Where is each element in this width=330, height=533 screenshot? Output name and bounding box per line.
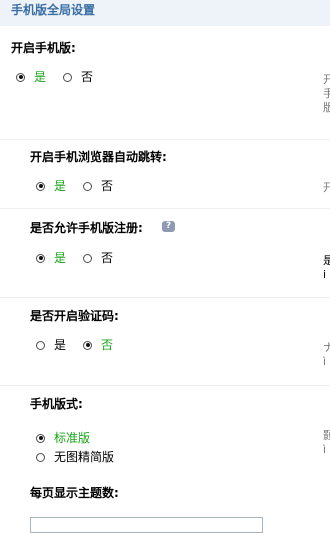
option-no[interactable]: 否: [63, 70, 93, 84]
setting-description: 开: [323, 181, 330, 195]
option-label: 否: [101, 338, 114, 352]
option-no[interactable]: 否: [83, 251, 113, 265]
setting-description: 开 手 版: [323, 73, 330, 115]
radio-checked-icon[interactable]: [16, 72, 25, 82]
setting-label: 开启手机版:: [11, 41, 76, 55]
radio-checked-icon[interactable]: [36, 433, 45, 443]
option-label: 否: [101, 179, 114, 193]
description-line: ì: [323, 355, 327, 368]
option-no[interactable]: 否: [83, 338, 113, 352]
radio-checked-icon[interactable]: [83, 340, 92, 350]
option-label: 否: [81, 70, 94, 84]
setting-enable-mobile: 开启手机版: 是 否 开 手 版: [0, 26, 330, 140]
page-title: 手机版全局设置: [11, 3, 96, 17]
setting-label: 手机版式:: [30, 397, 83, 411]
description-line: ì: [323, 443, 327, 456]
description-line: i: [323, 268, 327, 281]
settings-header: 手机版全局设置: [0, 0, 330, 26]
radio-unchecked-icon[interactable]: [83, 253, 92, 263]
setting-description: 颢 ì: [323, 429, 330, 457]
radio-unchecked-icon[interactable]: [63, 72, 72, 82]
setting-auto-redirect: 开启手机浏览器自动跳转: 是 否 开: [0, 139, 330, 209]
question-bubble-icon[interactable]: ?: [162, 221, 175, 232]
option-label: 否: [101, 251, 114, 265]
radio-checked-icon[interactable]: [36, 253, 45, 263]
topics-per-page-input[interactable]: [30, 517, 263, 533]
description-line: 开: [323, 73, 330, 86]
setting-label-topics-per-page: 每页显示主题数:: [30, 486, 119, 500]
radio-unchecked-icon[interactable]: [36, 452, 45, 462]
setting-description: ナ ì: [323, 341, 330, 369]
option-yes[interactable]: 是: [16, 70, 46, 84]
setting-description: 是 i: [323, 254, 330, 282]
setting-mobile-style: 手机版式: 标准版 无图精简版 颢 ì: [0, 385, 330, 475]
setting-label: 是否开启验证码:: [30, 309, 119, 323]
option-label: 是: [34, 70, 47, 84]
option-lite[interactable]: 无图精简版: [36, 450, 114, 464]
option-label: 是: [54, 338, 67, 352]
setting-label: 开启手机浏览器自动跳转:: [30, 150, 167, 164]
option-standard[interactable]: 标准版: [36, 431, 90, 445]
option-label: 标准版: [54, 431, 91, 445]
description-line: 版: [323, 101, 330, 114]
setting-captcha: 是否开启验证码: 是 否 ナ ì: [0, 297, 330, 386]
description-line: 手: [323, 87, 330, 100]
option-no[interactable]: 否: [83, 179, 113, 193]
description-line: ナ: [323, 341, 330, 354]
option-yes[interactable]: 是: [36, 179, 66, 193]
option-label: 是: [54, 251, 67, 265]
description-line: 颢: [323, 429, 330, 442]
setting-label: 是否允许手机版注册:: [30, 221, 143, 235]
option-label: 是: [54, 179, 67, 193]
radio-checked-icon[interactable]: [36, 181, 45, 191]
description-line: 是: [323, 254, 330, 267]
radio-unchecked-icon[interactable]: [36, 340, 45, 350]
description-line: 开: [323, 181, 330, 194]
option-yes[interactable]: 是: [36, 251, 66, 265]
option-label: 无图精简版: [54, 450, 115, 464]
option-yes[interactable]: 是: [36, 338, 66, 352]
radio-unchecked-icon[interactable]: [83, 181, 92, 191]
